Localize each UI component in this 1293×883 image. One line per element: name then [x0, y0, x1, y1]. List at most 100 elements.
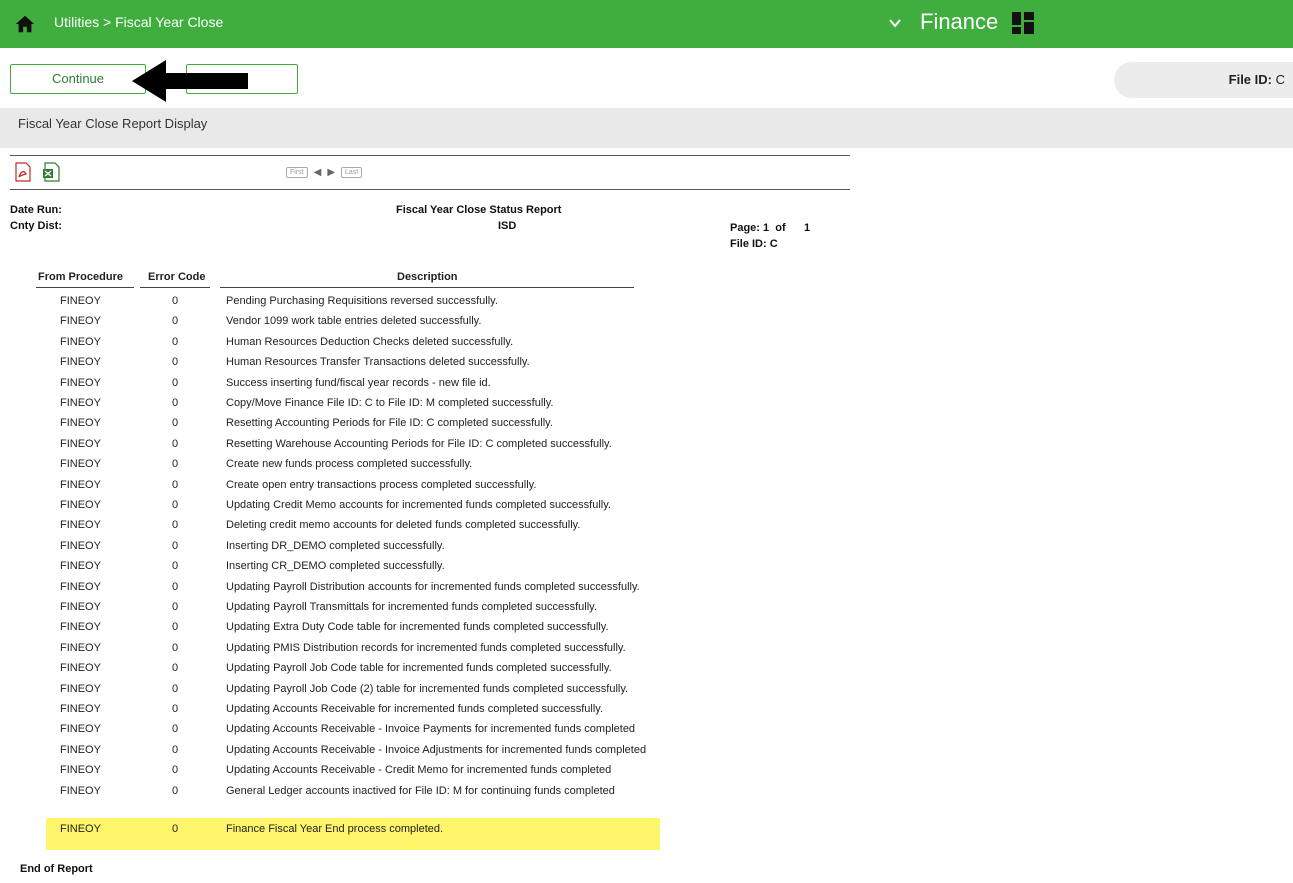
col-head-proc: From Procedure — [38, 271, 123, 283]
row-proc: FINEOY — [60, 560, 101, 573]
row-proc: FINEOY — [60, 682, 101, 695]
row-proc: FINEOY — [60, 723, 101, 736]
row-proc: FINEOY — [60, 641, 101, 654]
row-proc: FINEOY — [60, 376, 101, 389]
table-row: FINEOY 0 Updating Accounts Receivable - In… — [0, 741, 900, 761]
row-description: Updating PMIS Distribution records for i… — [226, 641, 626, 654]
table-row: FINEOY 0 Create open entry transactions pr… — [0, 476, 900, 496]
table-row: FINEOY 0 Success inserting fund/fiscal yea… — [0, 374, 900, 394]
home-icon[interactable] — [14, 13, 36, 35]
row-proc: FINEOY — [60, 519, 101, 532]
table-row: FINEOY 0 Human Resources Deduction Checks … — [0, 333, 900, 353]
row-proc: FINEOY — [60, 539, 101, 552]
table-row: FINEOY 0 Resetting Accounting Periods for … — [0, 414, 900, 434]
row-proc: FINEOY — [60, 417, 101, 430]
row-proc: FINEOY — [60, 662, 101, 675]
chevron-down-icon[interactable] — [887, 15, 903, 31]
continue-button[interactable]: Continue — [10, 64, 146, 94]
file-id-value: C — [1275, 72, 1285, 87]
row-description: Copy/Move Finance File ID: C to File ID:… — [226, 397, 554, 409]
row-description: Updating Accounts Receivable - Invoice A… — [226, 743, 647, 756]
row-error-code: 0 — [172, 376, 179, 389]
row-proc: FINEOY — [60, 335, 101, 348]
report-file-id: File ID: C — [730, 238, 778, 250]
row-description: Inserting CR_DEMO completed successfully… — [226, 560, 445, 573]
row-proc: FINEOY — [60, 743, 101, 756]
row-error-code: 0 — [172, 295, 179, 307]
row-description: Pending Purchasing Requisitions reversed… — [226, 295, 498, 307]
row-description: Updating Extra Duty Code table for incre… — [226, 621, 609, 634]
prev-page-icon[interactable]: ◀ — [314, 167, 322, 178]
row-proc: FINEOY — [60, 621, 101, 634]
row-error-code: 0 — [172, 823, 179, 835]
row-error-code: 0 — [172, 641, 179, 654]
row-proc: FINEOY — [60, 356, 101, 369]
row-description: Inserting DR_DEMO completed successfully… — [226, 539, 445, 552]
row-error-code: 0 — [172, 621, 179, 634]
table-row: FINEOY 0 Vendor 1099 work table entries de… — [0, 312, 900, 332]
row-error-code: 0 — [172, 539, 179, 552]
file-id-indicator: File ID: C — [1114, 62, 1293, 98]
row-description: Vendor 1099 work table entries deleted s… — [226, 315, 482, 328]
row-description: Create open entry transactions process c… — [226, 478, 537, 491]
table-row: FINEOY 0 Updating Payroll Transmittals for… — [0, 598, 900, 618]
col-head-desc: Description — [397, 271, 458, 283]
first-page-button[interactable]: First — [286, 167, 308, 178]
app-name[interactable]: Finance — [920, 9, 998, 35]
table-row: FINEOY 0 Updating Payroll Job Code (2) tab… — [0, 680, 900, 700]
table-row: FINEOY 0 Resetting Warehouse Accounting Pe… — [0, 435, 900, 455]
cnty-dist-label: Cnty Dist: — [10, 220, 62, 232]
table-row: FINEOY 0 Updating Accounts Receivable - Cr… — [0, 761, 900, 781]
table-row: FINEOY 0 Copy/Move Finance File ID: C to F… — [0, 394, 900, 414]
col-head-code: Error Code — [148, 271, 206, 283]
row-description: General Ledger accounts inactived for Fi… — [226, 784, 615, 797]
table-row: FINEOY 0 Updating Accounts Receivable - In… — [0, 720, 900, 740]
row-proc: FINEOY — [60, 823, 101, 835]
row-description: Updating Accounts Receivable - Credit Me… — [226, 764, 612, 777]
row-description: Updating Credit Memo accounts for increm… — [226, 499, 611, 511]
divider — [140, 287, 210, 288]
table-row: FINEOY 0 Deleting credit memo accounts for… — [0, 516, 900, 536]
row-description: Resetting Accounting Periods for File ID… — [226, 417, 553, 430]
row-error-code: 0 — [172, 723, 179, 736]
row-error-code: 0 — [172, 764, 179, 777]
row-error-code: 0 — [172, 356, 179, 369]
row-proc: FINEOY — [60, 601, 101, 613]
row-error-code: 0 — [172, 315, 179, 328]
table-row: FINEOY 0 Updating Credit Memo accounts for… — [0, 496, 900, 516]
row-error-code: 0 — [172, 478, 179, 491]
row-description: Human Resources Deduction Checks deleted… — [226, 335, 514, 348]
row-error-code: 0 — [172, 662, 179, 675]
divider — [10, 189, 850, 190]
row-proc: FINEOY — [60, 580, 101, 593]
next-page-icon[interactable]: ▶ — [327, 167, 335, 178]
row-error-code: 0 — [172, 560, 179, 573]
row-description: Create new funds process completed succe… — [226, 458, 473, 471]
last-page-button[interactable]: Last — [341, 167, 363, 178]
apps-grid-icon[interactable] — [1012, 12, 1034, 34]
pdf-icon[interactable] — [14, 162, 32, 182]
top-nav-bar: Utilities > Fiscal Year Close Finance — [0, 0, 1293, 48]
row-description: Human Resources Transfer Transactions de… — [226, 356, 530, 369]
table-row: FINEOY 0 Finance Fiscal Year End process c… — [0, 820, 900, 840]
row-description: Finance Fiscal Year End process complete… — [226, 823, 444, 835]
row-error-code: 0 — [172, 703, 179, 715]
row-error-code: 0 — [172, 784, 179, 797]
report-pager: First ◀ ▶ Last — [286, 167, 363, 178]
section-title: Fiscal Year Close Report Display — [18, 116, 208, 131]
row-proc: FINEOY — [60, 397, 101, 409]
row-error-code: 0 — [172, 417, 179, 430]
divider — [10, 155, 850, 156]
excel-icon[interactable] — [42, 162, 60, 182]
district: ISD — [498, 220, 517, 232]
row-proc: FINEOY — [60, 437, 101, 450]
divider — [220, 287, 634, 288]
row-proc: FINEOY — [60, 784, 101, 797]
table-row: FINEOY 0 Inserting DR_DEMO completed succe… — [0, 537, 900, 557]
row-proc: FINEOY — [60, 458, 101, 471]
breadcrumb[interactable]: Utilities > Fiscal Year Close — [54, 14, 223, 30]
date-run-label: Date Run: — [10, 204, 62, 216]
row-description: Updating Payroll Distribution accounts f… — [226, 580, 640, 593]
page-info: Page: 1 of 1 — [730, 222, 811, 234]
row-proc: FINEOY — [60, 499, 101, 511]
